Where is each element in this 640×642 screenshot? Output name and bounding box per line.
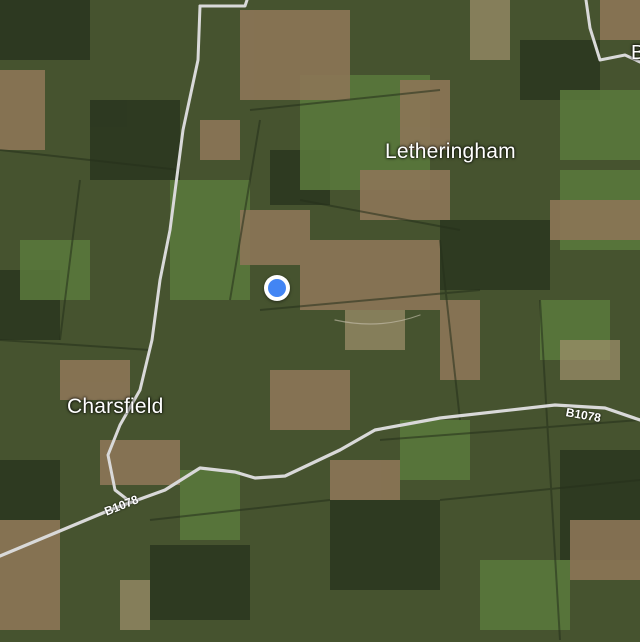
edge-label-partial: B [631, 42, 640, 64]
place-label-letheringham[interactable]: Letheringham [385, 140, 516, 164]
satellite-imagery [0, 0, 640, 642]
satellite-map[interactable]: Letheringham Charsfield B1078 B1078 B [0, 0, 640, 642]
my-location-dot-icon[interactable] [264, 275, 290, 301]
location-dot-fill [268, 279, 286, 297]
place-label-charsfield[interactable]: Charsfield [67, 395, 164, 419]
